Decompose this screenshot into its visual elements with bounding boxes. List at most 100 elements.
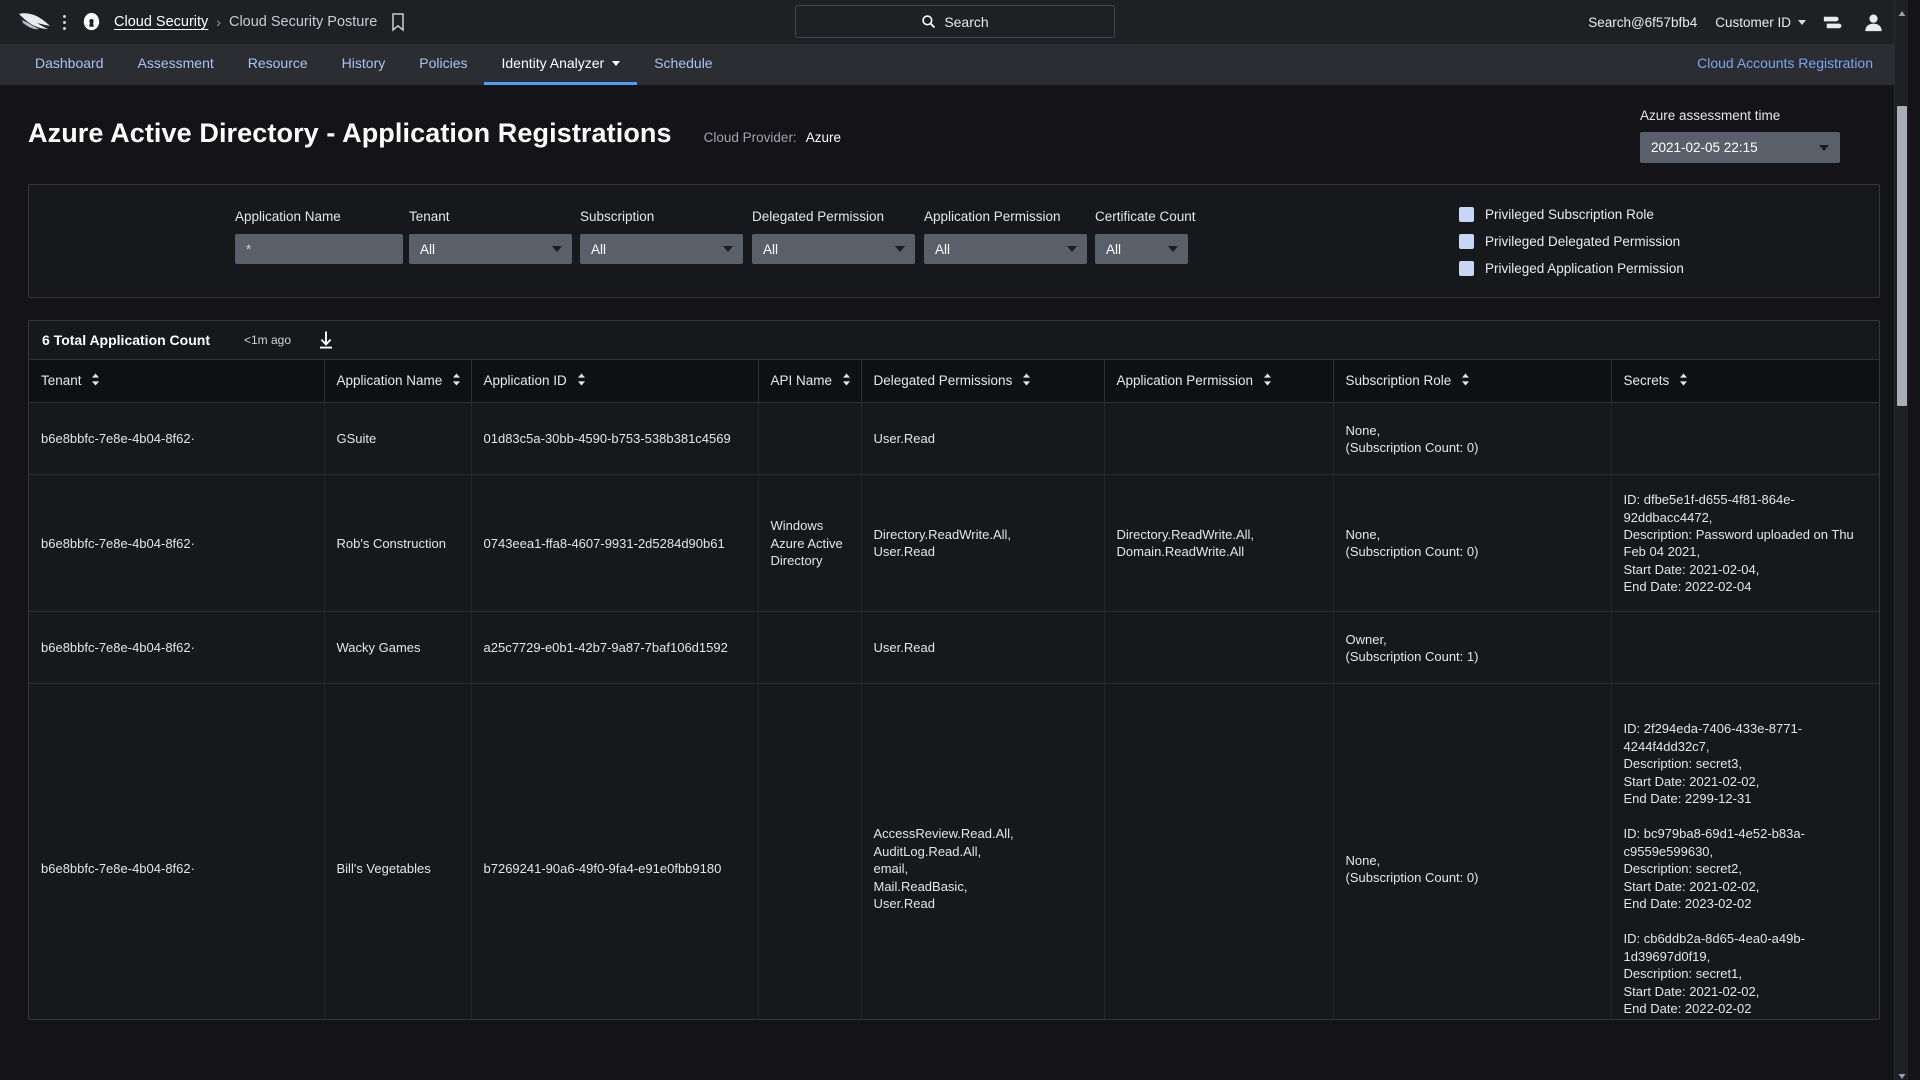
cell-text-block: None, (Subscription Count: 0): [1346, 526, 1599, 561]
cell-text-line: End Date: 2299-12-31: [1623, 791, 1752, 807]
bookmark-icon[interactable]: [389, 12, 407, 32]
cell-delegated-permissions: Directory.ReadWrite.All, User.Read: [861, 474, 1105, 613]
cell-text-block: b6e8bbfc-7e8e-4b04-8f62·: [41, 639, 312, 656]
user-avatar-icon[interactable]: [1856, 5, 1890, 39]
cell-text-line: Start Date: 2021-02-02,: [1623, 878, 1760, 894]
nav-item-dashboard[interactable]: Dashboard: [18, 44, 121, 85]
cell-text-block: Owner, (Subscription Count: 1): [1346, 631, 1599, 666]
sort-icon[interactable]: [91, 373, 100, 389]
privileged-filters-group: Privileged Subscription Role Privileged …: [1459, 207, 1684, 288]
checkbox-box[interactable]: [1459, 207, 1474, 222]
cell-text-block: b6e8bbfc-7e8e-4b04-8f62·: [41, 430, 312, 447]
table-toolbar: 6 Total Application Count <1m ago: [29, 321, 1879, 360]
scroll-up-icon[interactable]: [1898, 5, 1906, 16]
sort-icon[interactable]: [1679, 373, 1688, 389]
column-header-application-id[interactable]: Application ID: [471, 360, 759, 404]
cell-text-line: Rob's Construction: [336, 535, 446, 551]
chevron-down-icon: [1067, 246, 1077, 252]
column-header-api-name[interactable]: API Name: [758, 360, 862, 404]
nav-label: Schedule: [654, 55, 713, 71]
checkbox-privileged-delegated-permission[interactable]: Privileged Delegated Permission: [1459, 234, 1684, 249]
checkbox-privileged-subscription-role[interactable]: Privileged Subscription Role: [1459, 207, 1684, 222]
breadcrumb-cloud-security[interactable]: Cloud Security: [114, 14, 208, 30]
total-application-count: 6 Total Application Count: [42, 332, 210, 348]
cell-text-line: Directory.ReadWrite.All,: [1116, 527, 1255, 543]
cloud-provider-label: Cloud Provider:: [703, 130, 797, 145]
cell-text-line: Directory.ReadWrite.All,: [873, 527, 1012, 543]
application-name-input[interactable]: *: [235, 234, 403, 264]
cell-application-permission: [1104, 402, 1334, 476]
cell-text-block: Wacky Games: [337, 639, 459, 656]
customer-id-dropdown[interactable]: Customer ID: [1715, 15, 1806, 30]
cell-text-line: None,: [1345, 422, 1381, 438]
scrollbar-thumb[interactable]: [1897, 106, 1907, 406]
cell-application-permission: [1104, 611, 1334, 685]
cell-text-line: AuditLog.Read.All,: [873, 843, 982, 859]
table-row[interactable]: b6e8bbfc-7e8e-4b04-8f62· GSuite 01d83c5a…: [29, 402, 1879, 476]
chevron-down-icon: [552, 246, 562, 252]
tenant-select[interactable]: All: [409, 234, 572, 264]
cell-text-line: Owner,: [1345, 631, 1387, 647]
cell-text-line: User.Read: [873, 431, 935, 447]
table-row[interactable]: b6e8bbfc-7e8e-4b04-8f62· Bill's Vegetabl…: [29, 683, 1879, 1019]
cell-text-line: User.Read: [873, 896, 935, 912]
assessment-time-block: Azure assessment time 2021-02-05 22:15: [1640, 108, 1840, 163]
column-header-delegated-permissions[interactable]: Delegated Permissions: [861, 360, 1105, 404]
column-header-subscription-role[interactable]: Subscription Role: [1333, 360, 1612, 404]
application-permission-select[interactable]: All: [924, 234, 1087, 264]
sort-icon[interactable]: [1263, 373, 1272, 389]
column-header-application-permission[interactable]: Application Permission: [1104, 360, 1334, 404]
certificate-count-select[interactable]: All: [1095, 234, 1188, 264]
nav-item-history[interactable]: History: [325, 44, 403, 85]
subscription-select[interactable]: All: [580, 234, 743, 264]
nav-item-assessment[interactable]: Assessment: [121, 44, 231, 85]
delegated-permission-select[interactable]: All: [752, 234, 915, 264]
global-search-box[interactable]: Search: [795, 5, 1115, 38]
cell-text-line: User.Read: [873, 640, 935, 656]
page-scrollbar[interactable]: [1894, 0, 1908, 1080]
cell-text-block: Directory.ReadWrite.All, User.Read: [874, 526, 1092, 561]
download-icon[interactable]: [317, 330, 335, 350]
column-header-secrets[interactable]: Secrets: [1611, 360, 1879, 404]
notifications-icon[interactable]: [1814, 5, 1848, 39]
nav-label: Resource: [247, 55, 308, 71]
page-root: Cloud Security › Cloud Security Posture …: [0, 0, 1908, 1080]
cell-delegated-permissions: AccessReview.Read.All, AuditLog.Read.All,…: [861, 683, 1105, 1019]
cell-text-line: Start Date: 2021-02-04,: [1623, 561, 1760, 577]
sort-icon[interactable]: [842, 373, 851, 389]
table-row[interactable]: b6e8bbfc-7e8e-4b04-8f62· Wacky Games a25…: [29, 611, 1879, 685]
checkbox-privileged-application-permission[interactable]: Privileged Application Permission: [1459, 261, 1684, 276]
nav-item-schedule[interactable]: Schedule: [637, 44, 729, 85]
nav-item-cloud-accounts-registration[interactable]: Cloud Accounts Registration: [1680, 55, 1890, 74]
cell-text-block: Bill's Vegetables: [337, 860, 459, 877]
sort-icon[interactable]: [1022, 373, 1031, 389]
checkbox-box[interactable]: [1459, 234, 1474, 249]
cell-text-line: email,: [873, 861, 909, 877]
delegated-permission-value: All: [763, 241, 779, 257]
column-header-application-name[interactable]: Application Name: [324, 360, 472, 404]
nav-item-identity-analyzer[interactable]: Identity Analyzer: [484, 44, 638, 85]
nav-item-resource[interactable]: Resource: [231, 44, 325, 85]
cell-text-block: ID: cb6ddb2a-8d65-4ea0-a49b-1d39697d0f19…: [1624, 930, 1868, 1017]
sort-icon[interactable]: [1461, 373, 1470, 389]
sort-icon[interactable]: [577, 373, 586, 389]
table-row[interactable]: b6e8bbfc-7e8e-4b04-8f62· Rob's Construct…: [29, 474, 1879, 613]
global-search-label: Search: [944, 13, 989, 30]
cell-api-name: [758, 402, 862, 476]
cell-text-line: a25c7729-e0b1-42b7-9a87-7baf106d1592: [483, 640, 728, 656]
cell-text-line: ID: dfbe5e1f-d655-4f81-864e-92ddbacc4472…: [1623, 492, 1795, 525]
user-account-label[interactable]: Search@6f57bfb4: [1588, 15, 1697, 30]
cell-text-line: ID: 2f294eda-7406-433e-8771-4244f4dd32c7…: [1623, 721, 1803, 754]
column-header-tenant[interactable]: Tenant: [29, 360, 325, 404]
cell-text-line: Start Date: 2021-02-02,: [1623, 983, 1760, 999]
nav-item-policies[interactable]: Policies: [402, 44, 484, 85]
application-name-value: *: [246, 241, 252, 257]
app-menu-icon[interactable]: [56, 14, 72, 30]
scroll-down-icon[interactable]: [1898, 1067, 1906, 1079]
results-table-card: 6 Total Application Count <1m ago Tenant…: [28, 320, 1880, 1020]
main-content: Azure Active Directory - Application Reg…: [0, 86, 1908, 1080]
checkbox-box[interactable]: [1459, 261, 1474, 276]
assessment-time-select[interactable]: 2021-02-05 22:15: [1640, 132, 1840, 163]
column-label: Secrets: [1623, 373, 1670, 388]
sort-icon[interactable]: [452, 373, 461, 389]
